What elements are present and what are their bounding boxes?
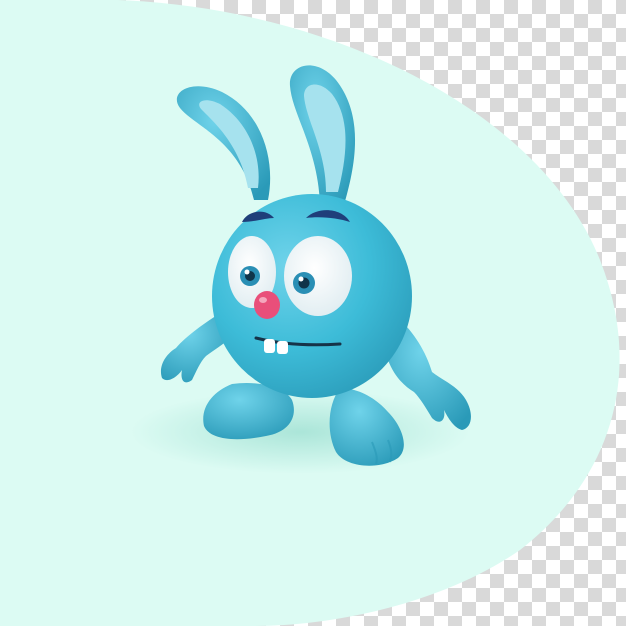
right-eye [284, 236, 352, 316]
image-canvas [0, 0, 626, 626]
bunny-illustration [0, 0, 626, 626]
nose [254, 291, 280, 319]
floor-shadow [130, 390, 470, 474]
